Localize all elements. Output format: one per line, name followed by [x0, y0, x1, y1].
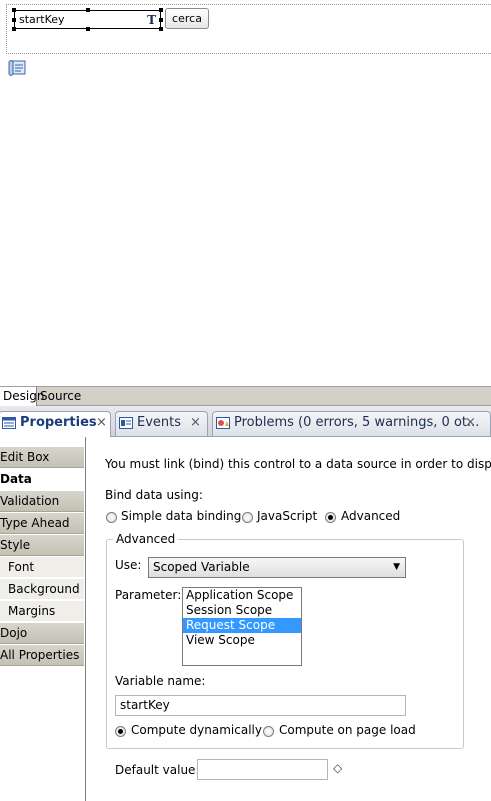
resize-handle-n[interactable]: [86, 8, 90, 12]
resize-handle-s[interactable]: [86, 27, 90, 31]
dropdown-arrow-icon: ▼: [393, 562, 400, 572]
resize-handle-ne[interactable]: [159, 8, 163, 12]
parameter-option[interactable]: Session Scope: [183, 603, 301, 618]
design-canvas[interactable]: startKey T cerca: [0, 0, 491, 386]
resize-handle-nw[interactable]: [12, 8, 16, 12]
variable-name-input[interactable]: startKey: [115, 695, 406, 716]
use-label: Use:: [115, 558, 142, 572]
tab-source[interactable]: Source: [37, 387, 84, 406]
radio-javascript[interactable]: [242, 512, 253, 523]
problems-icon: [216, 417, 230, 429]
nav-all-properties[interactable]: All Properties: [0, 645, 84, 666]
variable-name-label: Variable name:: [115, 674, 206, 688]
use-dropdown[interactable]: Scoped Variable ▼: [148, 557, 406, 578]
events-icon: [119, 417, 133, 429]
resize-handle-e[interactable]: [159, 18, 163, 22]
resize-handle-w[interactable]: [12, 18, 16, 22]
nav-font[interactable]: Font: [0, 557, 84, 578]
parameter-option[interactable]: Application Scope: [183, 588, 301, 603]
bind-data-label: Bind data using:: [105, 488, 203, 502]
properties-icon: [2, 417, 16, 429]
bind-info-text: You must link (bind) this control to a d…: [105, 457, 491, 471]
parameter-option[interactable]: View Scope: [183, 633, 301, 648]
startkey-edit-box[interactable]: startKey T: [12, 8, 163, 31]
radio-compute-on-load-label[interactable]: Compute on page load: [279, 723, 416, 737]
editor-mode-tabs: Design Source: [0, 386, 491, 406]
radio-advanced[interactable]: [325, 512, 336, 523]
radio-compute-dynamically-label[interactable]: Compute dynamically: [131, 723, 262, 737]
tab-design[interactable]: Design: [0, 387, 44, 406]
radio-compute-on-load[interactable]: [263, 726, 274, 737]
data-properties-panel: You must link (bind) this control to a d…: [86, 437, 491, 801]
tab-problems-label: Problems (0 errors, 5 warnings, 0 ot...: [234, 415, 480, 430]
view-tab-bar: Properties × Events × Problems (0 errors…: [0, 406, 491, 437]
radio-advanced-label[interactable]: Advanced: [341, 509, 400, 523]
nav-margins[interactable]: Margins: [0, 601, 84, 622]
text-type-icon: T: [147, 13, 156, 27]
nav-type-ahead[interactable]: Type Ahead: [0, 513, 84, 534]
radio-simple-binding-label[interactable]: Simple data binding: [121, 509, 241, 523]
diamond-icon[interactable]: ◇: [333, 761, 342, 775]
close-icon[interactable]: ×: [465, 412, 476, 434]
scroll-script-icon[interactable]: [8, 59, 28, 77]
tab-events-label: Events: [137, 415, 182, 430]
close-icon[interactable]: ×: [96, 412, 107, 434]
edit-box-value: startKey: [19, 13, 65, 26]
radio-simple-binding[interactable]: [106, 512, 117, 523]
radio-javascript-label[interactable]: JavaScript: [257, 509, 317, 523]
tab-events[interactable]: Events ×: [115, 411, 208, 436]
tab-problems[interactable]: Problems (0 errors, 5 warnings, 0 ot... …: [212, 411, 491, 436]
parameter-label: Parameter:: [115, 588, 182, 602]
advanced-group-title: Advanced: [113, 532, 179, 546]
nav-background[interactable]: Background: [0, 579, 84, 600]
resize-handle-se[interactable]: [159, 27, 163, 31]
nav-data[interactable]: Data: [0, 469, 84, 490]
use-dropdown-value: Scoped Variable: [153, 560, 250, 574]
radio-compute-dynamically[interactable]: [115, 726, 126, 737]
default-value-input[interactable]: [197, 759, 328, 780]
tab-properties[interactable]: Properties ×: [0, 411, 111, 437]
tab-properties-label: Properties: [20, 415, 97, 430]
parameter-listbox[interactable]: Application Scope Session Scope Request …: [182, 587, 302, 666]
close-icon[interactable]: ×: [190, 412, 201, 434]
nav-dojo[interactable]: Dojo: [0, 623, 84, 644]
nav-validation[interactable]: Validation: [0, 491, 84, 512]
nav-edit-box[interactable]: Edit Box: [0, 447, 84, 468]
resize-handle-sw[interactable]: [12, 27, 16, 31]
property-category-nav: Edit Box Data Validation Type Ahead Styl…: [0, 437, 86, 801]
cerca-button[interactable]: cerca: [165, 8, 209, 29]
nav-style[interactable]: Style: [0, 535, 84, 556]
default-value-label: Default value:: [115, 763, 200, 777]
parameter-option-selected[interactable]: Request Scope: [183, 618, 301, 633]
